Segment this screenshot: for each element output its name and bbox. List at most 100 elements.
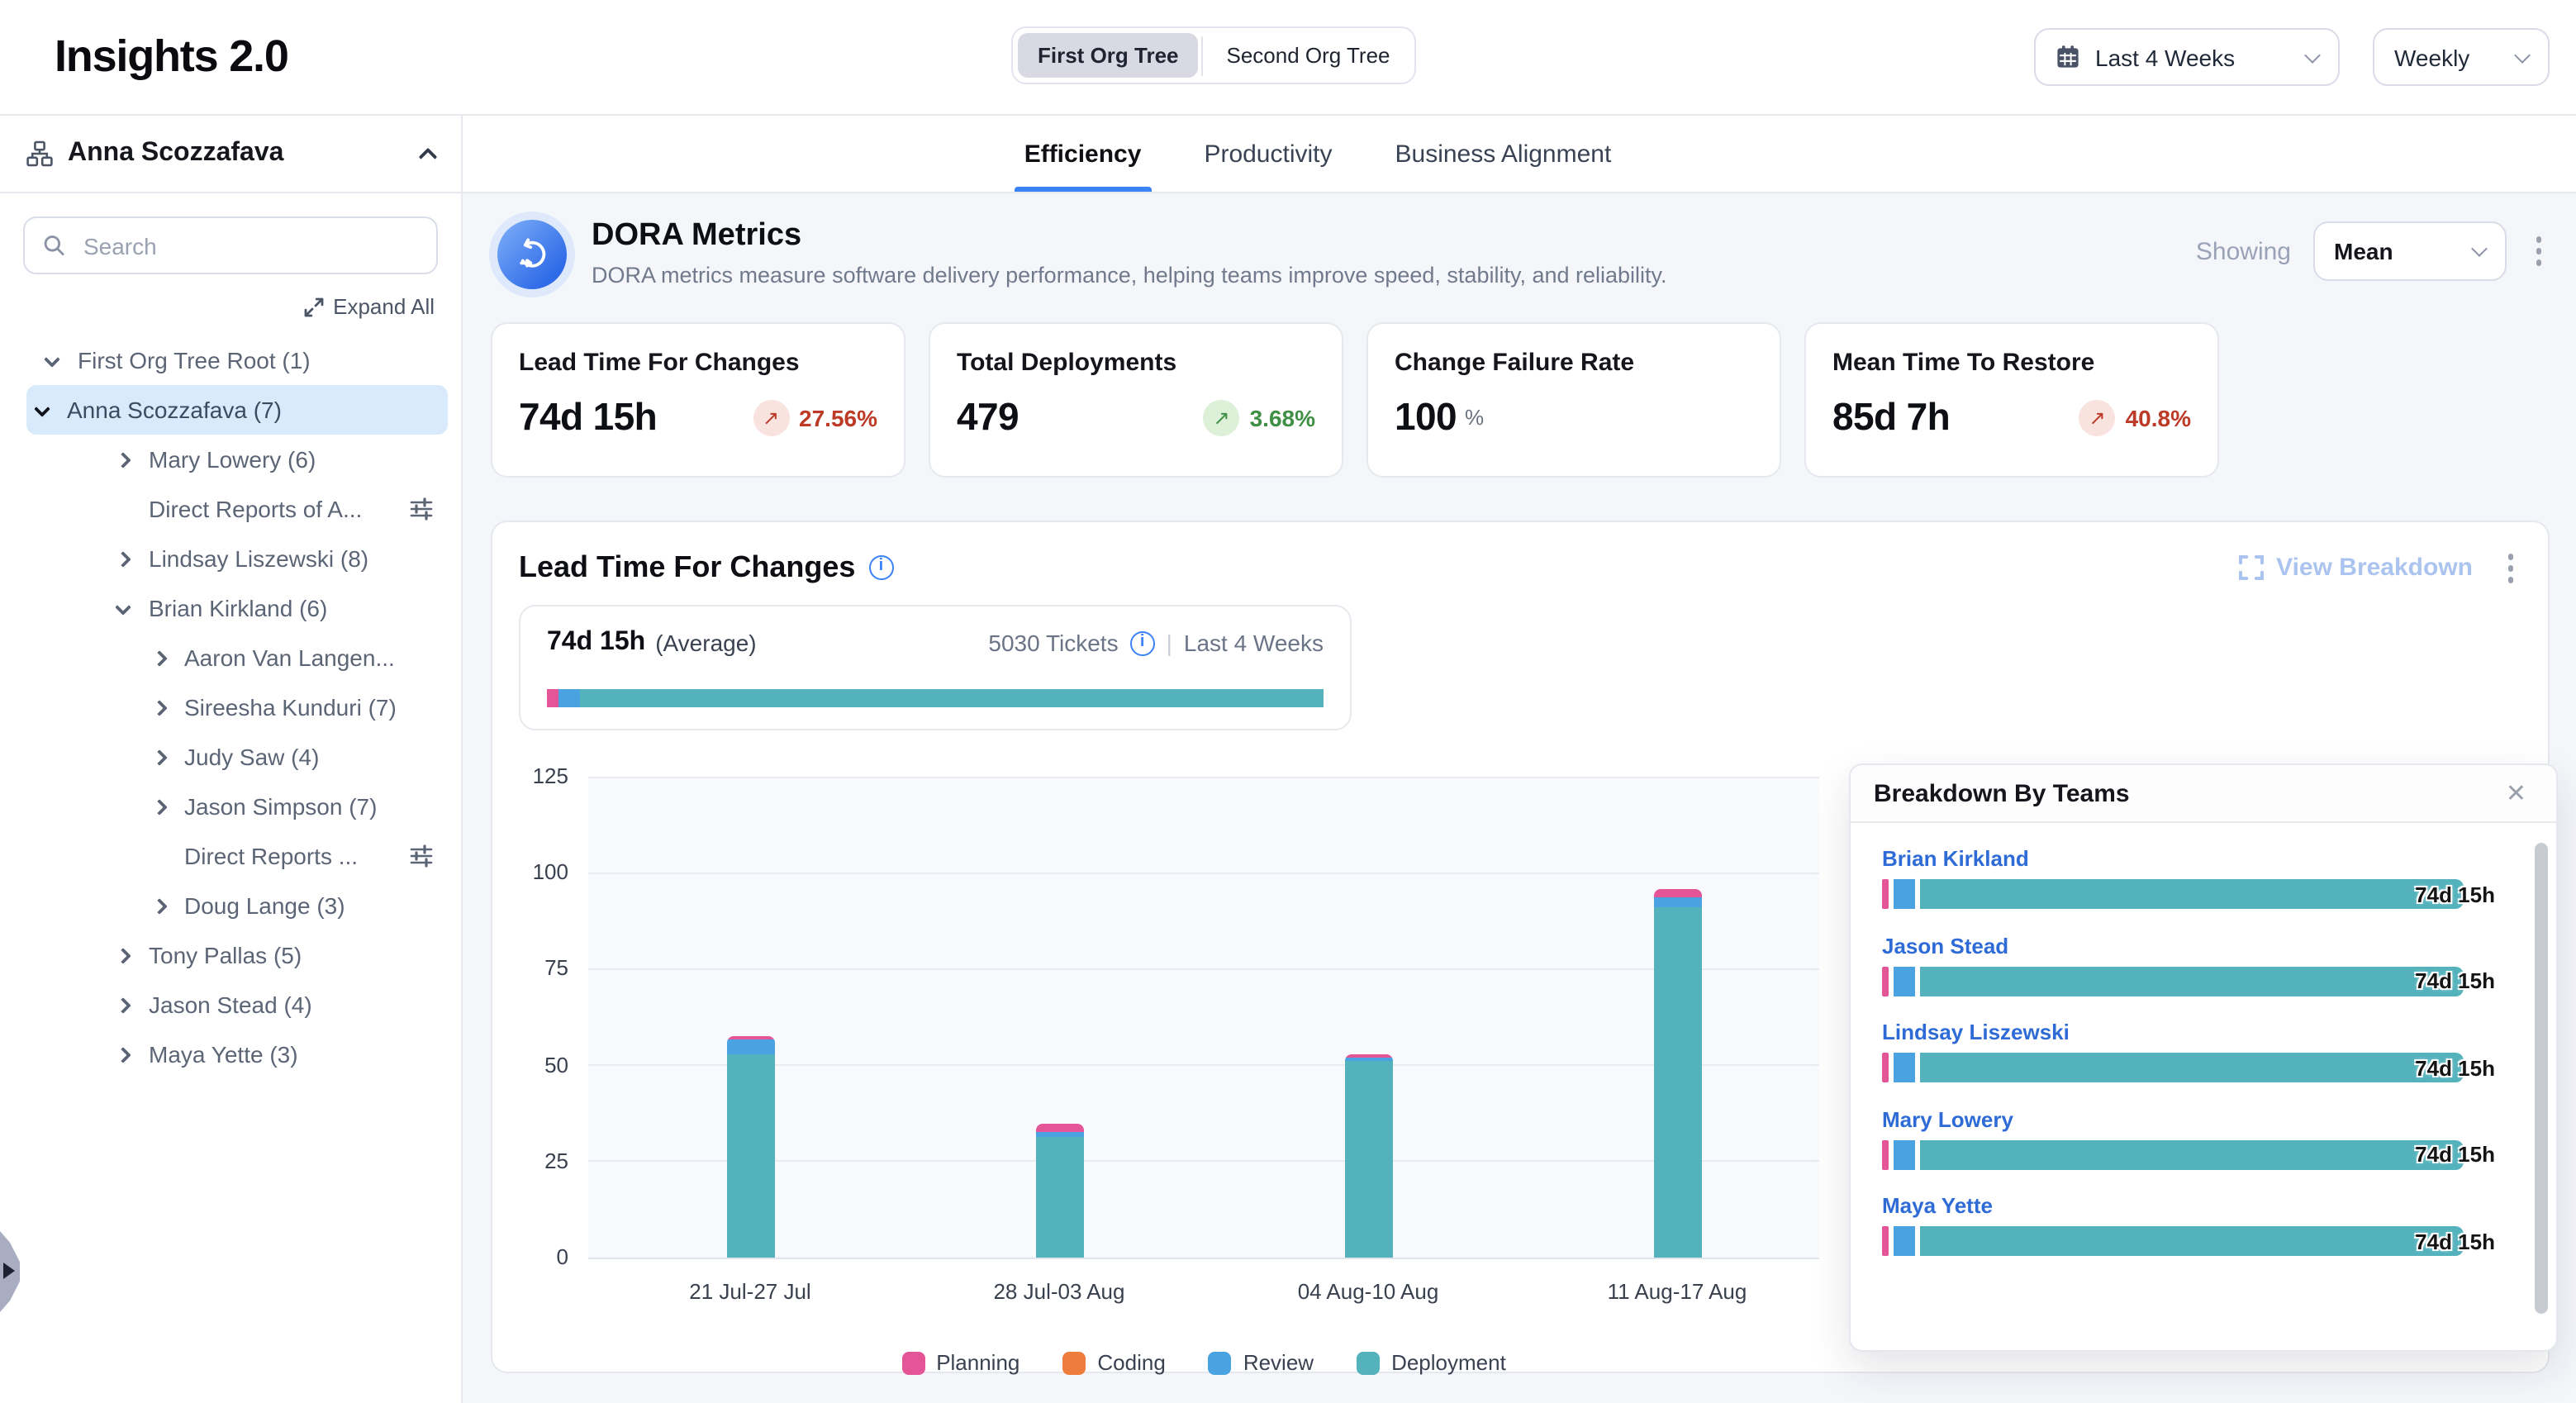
chevron-right-icon[interactable] xyxy=(150,649,167,666)
insights-app: Insights 2.0 First Org TreeSecond Org Tr… xyxy=(0,0,2576,1403)
chart-bar-11-aug-17-aug[interactable] xyxy=(1653,890,1701,1258)
filter-sliders-icon[interactable] xyxy=(410,497,433,521)
breakdown-team-link[interactable]: Maya Yette xyxy=(1882,1193,2556,1218)
dora-title: DORA Metrics xyxy=(592,218,1667,254)
chevron-right-icon[interactable] xyxy=(115,451,131,468)
granularity-select[interactable]: Weekly xyxy=(2373,28,2550,86)
y-axis-label: 0 xyxy=(506,1244,568,1269)
chart-bar-21-jul-27-jul[interactable] xyxy=(726,1035,774,1258)
breakdown-segment-review xyxy=(1894,1226,1915,1256)
search-input[interactable] xyxy=(80,231,418,260)
tree-item-label: Anna Scozzafava (7) xyxy=(67,397,282,423)
tab-business-alignment[interactable]: Business Alignment xyxy=(1385,116,1622,192)
tree-item-anna-scozzafava-7[interactable]: Anna Scozzafava (7) xyxy=(26,385,448,435)
breakdown-title: Breakdown By Teams xyxy=(1874,779,2130,807)
dora-titles: DORA Metrics DORA metrics measure softwa… xyxy=(592,216,1667,288)
dora-menu-button[interactable] xyxy=(2527,231,2550,273)
breakdown-segment-review xyxy=(1894,1053,1915,1082)
tree-item-maya-yette-3[interactable]: Maya Yette (3) xyxy=(13,1030,448,1079)
breakdown-team-link[interactable]: Lindsay Liszewski xyxy=(1882,1020,2556,1044)
tree-item-brian-kirkland-6[interactable]: Brian Kirkland (6) xyxy=(13,583,448,633)
breakdown-team-link[interactable]: Jason Stead xyxy=(1882,933,2556,958)
tree-item-mary-lowery-6[interactable]: Mary Lowery (6) xyxy=(13,435,448,484)
chevron-right-icon[interactable] xyxy=(150,897,167,914)
expand-all-button[interactable]: Expand All xyxy=(0,274,461,322)
breakdown-segment-deployment xyxy=(1920,966,2464,996)
date-range-select[interactable]: Last 4 Weeks xyxy=(2034,28,2340,86)
tree-item-label: Doug Lange (3) xyxy=(184,892,345,919)
breakdown-bar: 74d 15h xyxy=(1882,1053,2464,1082)
chevron-up-icon[interactable] xyxy=(419,148,438,167)
tree-item-direct-reports-of-a[interactable]: Direct Reports of A... xyxy=(13,484,448,534)
toggle-first-org-tree[interactable]: First Org Tree xyxy=(1018,33,1199,78)
filter-sliders-icon[interactable] xyxy=(410,844,433,868)
bar-segment-planning xyxy=(1653,890,1701,897)
info-icon[interactable]: i xyxy=(1130,630,1155,655)
legend-swatch-deployment xyxy=(1357,1351,1380,1374)
breakdown-segment-deployment xyxy=(1920,879,2464,909)
tree-item-aaron-van-langen[interactable]: Aaron Van Langen... xyxy=(13,633,448,682)
chevron-right-icon[interactable] xyxy=(150,699,167,716)
tree-item-lindsay-liszewski-8[interactable]: Lindsay Liszewski (8) xyxy=(13,534,448,583)
breakdown-team-link[interactable]: Mary Lowery xyxy=(1882,1106,2556,1131)
breakdown-value: 74d 15h xyxy=(2415,1055,2495,1080)
tree-item-doug-lange-3[interactable]: Doug Lange (3) xyxy=(13,881,448,930)
chart-bar-28-jul-03-aug[interactable] xyxy=(1035,1125,1083,1258)
tree-item-direct-reports[interactable]: Direct Reports ... xyxy=(13,831,448,881)
tab-efficiency[interactable]: Efficiency xyxy=(1015,116,1152,192)
chevron-down-icon[interactable] xyxy=(115,598,131,615)
legend-item-review: Review xyxy=(1209,1350,1314,1375)
chevron-down-icon[interactable] xyxy=(44,350,60,367)
bar-segment-review xyxy=(726,1039,774,1054)
toggle-second-org-tree[interactable]: Second Org Tree xyxy=(1207,33,1410,78)
trend-up-icon: ↗ xyxy=(1204,399,1240,435)
tree-item-sireesha-kunduri-7[interactable]: Sireesha Kunduri (7) xyxy=(13,682,448,732)
breakdown-bar: 74d 15h xyxy=(1882,1139,2464,1169)
chevron-right-icon[interactable] xyxy=(115,1046,131,1063)
tree-item-judy-saw-4[interactable]: Judy Saw (4) xyxy=(13,732,448,782)
tree-item-label: Aaron Van Langen... xyxy=(184,644,395,671)
summary-segment-review xyxy=(558,689,579,707)
trend-up-icon: ↗ xyxy=(2079,399,2116,435)
breakdown-row-lindsay-liszewski: Lindsay Liszewski 74d 15h xyxy=(1882,1020,2556,1082)
breakdown-segment-planning xyxy=(1882,1226,1889,1256)
dora-metric-cards: Lead Time For Changes74d 15h↗27.56%Total… xyxy=(491,322,2550,478)
metric-card-title: Change Failure Rate xyxy=(1395,349,1753,377)
chevron-right-icon[interactable] xyxy=(115,550,131,567)
chart-bar-04-aug-10-aug[interactable] xyxy=(1344,1055,1392,1258)
chevron-down-icon xyxy=(2304,46,2321,63)
tree-item-jason-stead-4[interactable]: Jason Stead (4) xyxy=(13,980,448,1030)
gridline-y100 xyxy=(588,872,1819,873)
chevron-right-icon[interactable] xyxy=(115,996,131,1013)
chevron-right-icon[interactable] xyxy=(115,947,131,963)
view-breakdown-button[interactable]: View Breakdown xyxy=(2238,554,2473,583)
tree-item-jason-simpson-7[interactable]: Jason Simpson (7) xyxy=(13,782,448,831)
lead-time-header: Lead Time For Changes i View Breakdown xyxy=(492,522,2548,589)
metric-card-row: 85d 7h↗40.8% xyxy=(1832,395,2191,440)
tab-productivity[interactable]: Productivity xyxy=(1194,116,1342,192)
summary-segment-deployment xyxy=(579,689,1324,707)
lead-time-menu-button[interactable] xyxy=(2499,547,2521,589)
metric-card-value: 74d 15h xyxy=(519,395,657,440)
aggregation-select[interactable]: Mean xyxy=(2312,221,2506,281)
tree-item-first-org-tree-root-1[interactable]: First Org Tree Root (1) xyxy=(13,335,448,385)
breakdown-list: Brian Kirkland74d 15hJason Stead74d 15hL… xyxy=(1851,823,2556,1256)
chevron-down-icon[interactable] xyxy=(33,400,50,416)
breakdown-row-brian-kirkland: Brian Kirkland74d 15h xyxy=(1882,846,2556,909)
close-icon[interactable]: ✕ xyxy=(2499,775,2533,811)
chevron-right-icon[interactable] xyxy=(150,749,167,765)
summary-tickets: 5030 Tickets xyxy=(988,630,1118,656)
info-icon[interactable]: i xyxy=(868,556,893,581)
sidebar-header[interactable]: Anna Scozzafava xyxy=(0,116,461,193)
breakdown-scrollbar[interactable] xyxy=(2535,843,2548,1314)
metric-card-delta: ↗27.56% xyxy=(753,399,877,435)
y-axis-label: 100 xyxy=(506,859,568,884)
tree-item-label: Maya Yette (3) xyxy=(149,1041,298,1068)
chevron-right-icon[interactable] xyxy=(150,798,167,815)
breakdown-team-link[interactable]: Brian Kirkland xyxy=(1882,846,2556,871)
legend-label: Review xyxy=(1243,1350,1314,1375)
metric-card-mean-time-to-restore: Mean Time To Restore85d 7h↗40.8% xyxy=(1804,322,2219,478)
tree-item-tony-pallas-5[interactable]: Tony Pallas (5) xyxy=(13,930,448,980)
tree-item-label: Lindsay Liszewski (8) xyxy=(149,545,368,572)
org-tree: First Org Tree Root (1) Anna Scozzafava (… xyxy=(0,322,461,1079)
